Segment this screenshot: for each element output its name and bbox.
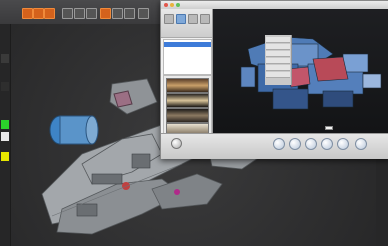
share-button-icon[interactable] [355, 138, 367, 150]
tool-icon[interactable] [138, 8, 149, 19]
tool-icon[interactable] [86, 8, 97, 19]
palette-swatch[interactable] [1, 82, 9, 91]
render-model-preview [240, 36, 382, 110]
environment-thumbnail[interactable] [166, 78, 209, 93]
orange-tool-icon[interactable] [100, 8, 111, 19]
scene-tree [163, 39, 212, 75]
color-swatch-white[interactable] [1, 132, 9, 141]
camera-button-icon[interactable] [289, 138, 301, 150]
settings-row[interactable] [266, 58, 290, 64]
close-window-button[interactable] [164, 3, 168, 7]
tool-icon[interactable] [112, 8, 123, 19]
camera-icon[interactable] [176, 14, 186, 24]
render-icon[interactable] [188, 14, 198, 24]
tool-icon[interactable] [74, 8, 85, 19]
orange-tool-icon[interactable] [44, 8, 55, 19]
environment-thumbnail[interactable] [166, 93, 209, 108]
toggle-panel-icon[interactable] [171, 138, 182, 149]
background-left-palette [0, 24, 11, 246]
settings-row[interactable] [266, 72, 290, 78]
settings-icon[interactable] [200, 14, 210, 24]
settings-row[interactable] [266, 37, 290, 43]
minimize-window-button[interactable] [170, 3, 174, 7]
tool-icon[interactable] [62, 8, 73, 19]
orange-tool-icon[interactable] [33, 8, 44, 19]
render-viewport[interactable] [213, 9, 388, 133]
render-button-icon[interactable] [273, 138, 285, 150]
environment-thumbnail[interactable] [166, 108, 209, 123]
orange-tool-icon[interactable] [22, 8, 33, 19]
zoom-window-button[interactable] [176, 3, 180, 7]
material-button-icon[interactable] [337, 138, 349, 150]
settings-row[interactable] [266, 51, 290, 57]
bottom-toolbar [161, 133, 388, 159]
environment-button-icon[interactable] [321, 138, 333, 150]
settings-row[interactable] [266, 65, 290, 71]
render-app-window [160, 0, 388, 159]
light-button-icon[interactable] [305, 138, 317, 150]
render-caption [325, 126, 333, 130]
render-settings-panel [265, 35, 292, 85]
tree-item[interactable] [164, 42, 211, 47]
tool-icon[interactable] [124, 8, 135, 19]
settings-row[interactable] [266, 44, 290, 50]
palette-swatch[interactable] [1, 54, 9, 63]
object-icon[interactable] [164, 14, 174, 24]
color-swatch-yellow[interactable] [1, 152, 9, 161]
browser-toolbar [161, 9, 212, 38]
color-swatch-green[interactable] [1, 120, 9, 129]
